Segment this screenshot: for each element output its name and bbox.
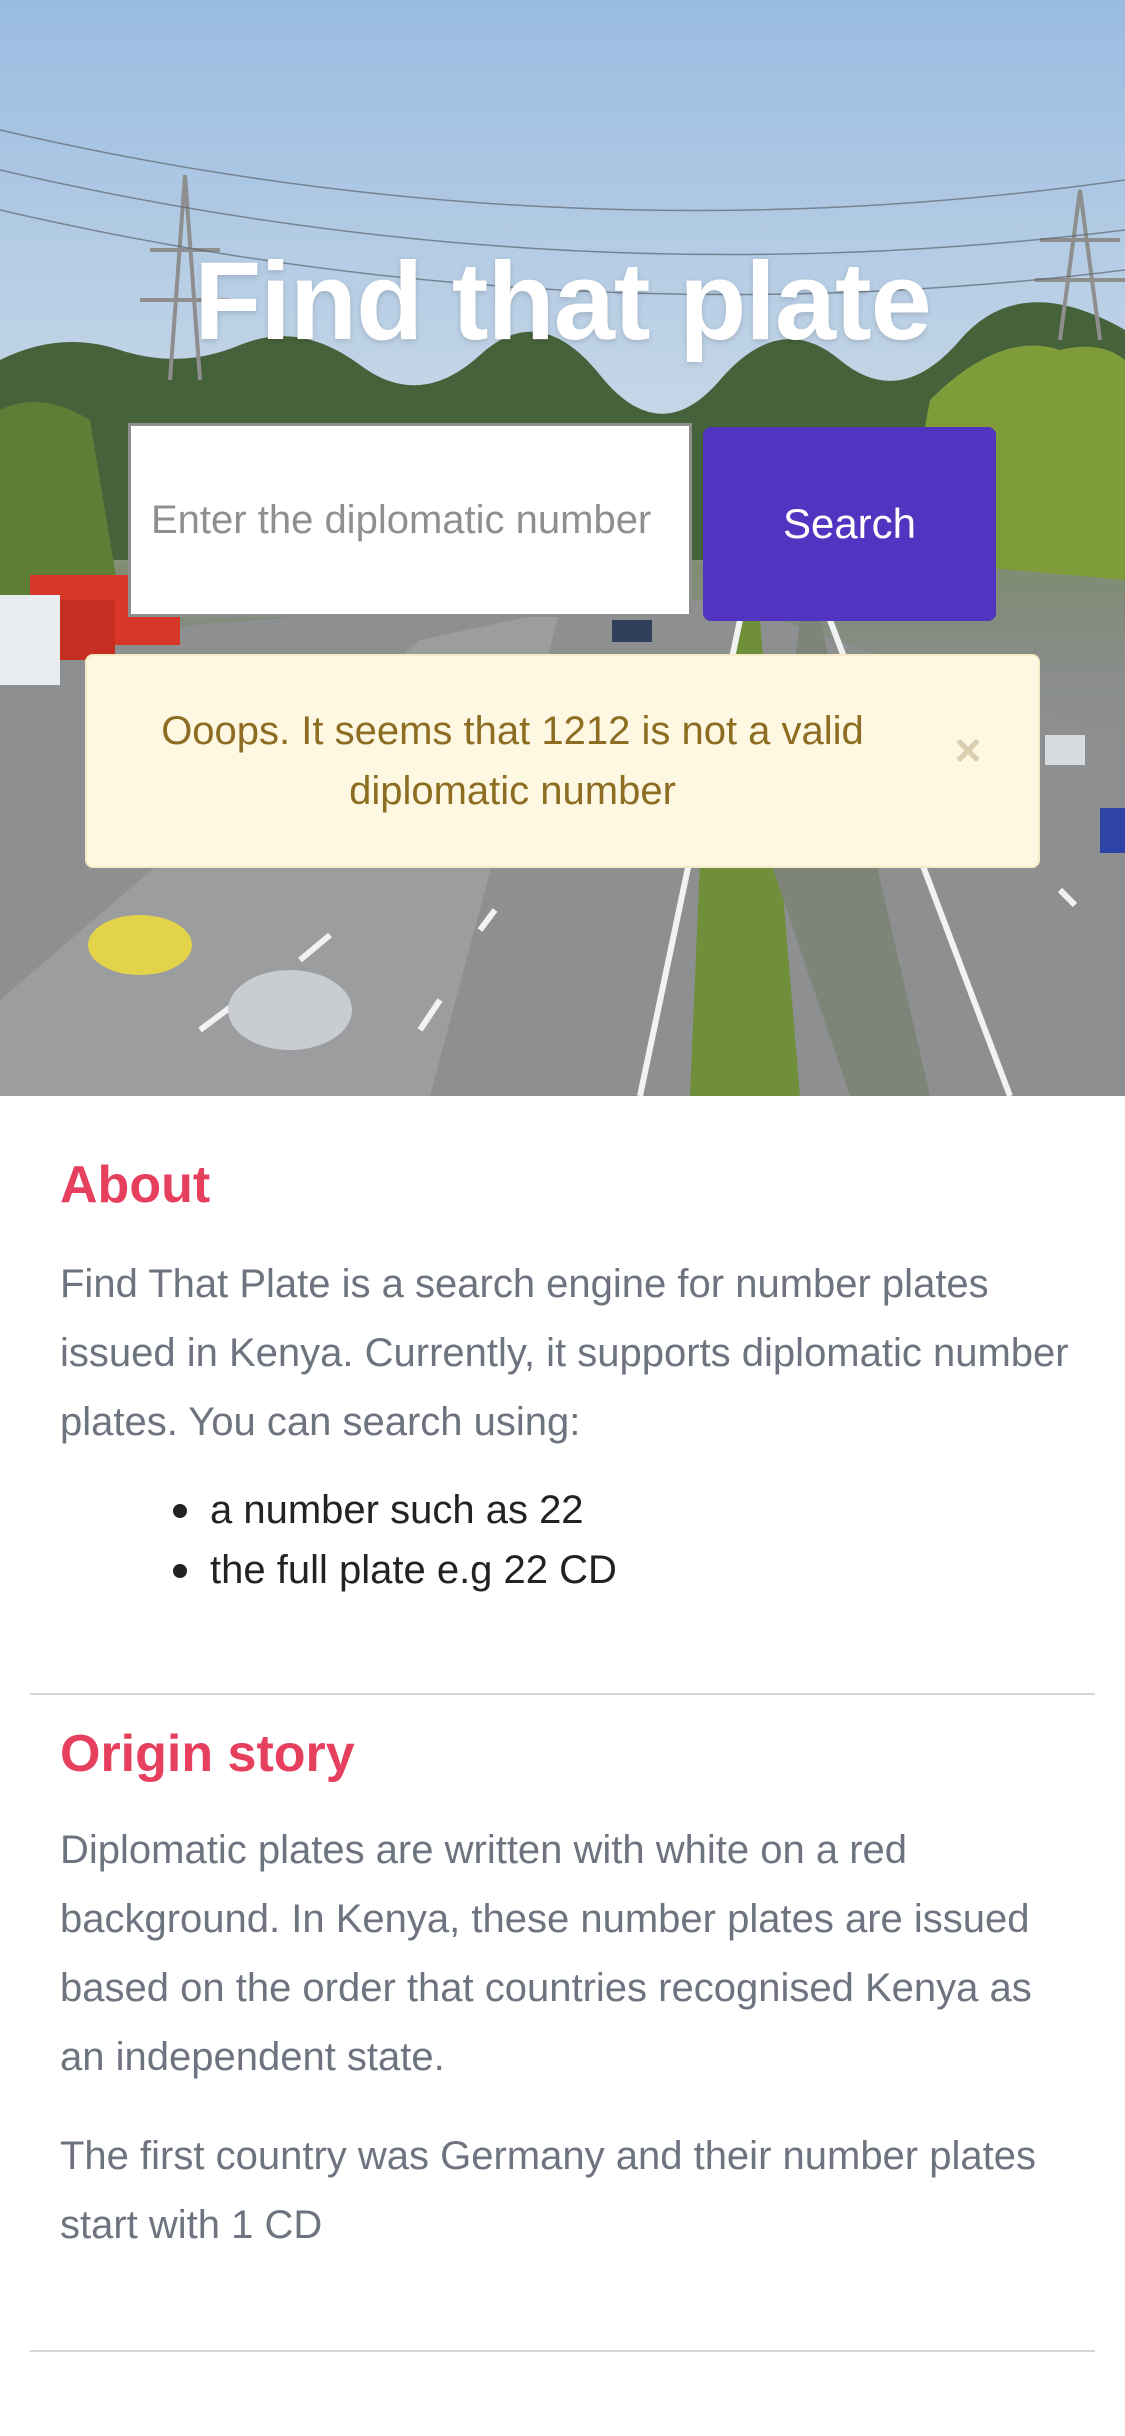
alert-message: Ooops. It seems that 1212 is not a valid…	[161, 709, 864, 813]
about-heading: About	[60, 1156, 211, 1214]
origin-story-heading: Origin story	[60, 1725, 355, 1783]
close-icon[interactable]: ×	[938, 720, 998, 780]
origin-story-paragraph: The first country was Germany and their …	[60, 2134, 1036, 2247]
about-description: Find That Plate is a search engine for n…	[60, 1262, 1069, 1444]
section-divider	[30, 2350, 1095, 2352]
site-title: Find that plate	[194, 240, 932, 363]
origin-story-paragraph: Diplomatic plates are written with white…	[60, 1828, 1032, 2079]
list-item: a number such as 22	[173, 1480, 617, 1540]
section-divider	[30, 1693, 1095, 1695]
search-button[interactable]: Search	[703, 427, 996, 621]
diplomatic-number-search-input[interactable]	[128, 423, 692, 617]
list-item: the full plate e.g 22 CD	[173, 1540, 617, 1600]
hero-section: Find that plate Search Ooops. It seems t…	[0, 0, 1125, 1096]
search-options-list: a number such as 22 the full plate e.g 2…	[173, 1480, 617, 1600]
invalid-number-alert: Ooops. It seems that 1212 is not a valid…	[85, 654, 1040, 868]
